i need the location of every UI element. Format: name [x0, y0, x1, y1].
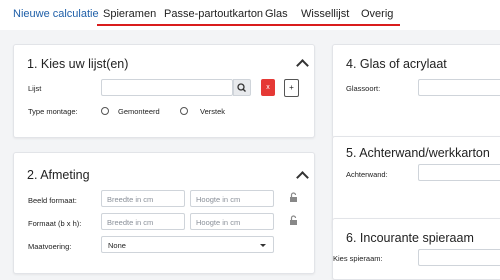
card-title: 4. Glas of acrylaat [346, 57, 447, 71]
unlock-icon[interactable] [289, 215, 299, 226]
achterwand-label: Achterwand: [346, 170, 388, 179]
chevron-up-icon[interactable] [296, 59, 309, 72]
tab-glas[interactable]: Glas [265, 8, 288, 20]
achterwand-select[interactable] [418, 164, 500, 181]
formaat-hoogte-input[interactable]: Hoogte in cm [190, 213, 274, 230]
maatvoering-label: Maatvoering: [28, 242, 72, 251]
verstek-label: Verstek [200, 107, 226, 116]
card-achterwand: 5. Achterwand/werkkarton Achterwand: [332, 136, 500, 230]
card-title: 6. Incourante spieraam [346, 231, 474, 245]
montage-label: Type montage: [28, 107, 78, 116]
tab-spieramen[interactable]: Spieramen [103, 8, 156, 20]
tab-nieuwe-calculatie[interactable]: Nieuwe calculatie [13, 8, 99, 20]
lijst-input[interactable] [101, 79, 233, 96]
chevron-up-icon[interactable] [296, 171, 309, 184]
maatvoering-value: None [108, 241, 126, 250]
search-button[interactable] [233, 79, 251, 96]
tabs-underline [97, 24, 400, 26]
top-nav: Nieuwe calculatie Spieramen Passe-partou… [0, 0, 500, 30]
search-icon [237, 83, 246, 92]
tab-passe-partoutkarton[interactable]: Passe-partoutkarton [164, 8, 263, 20]
card-title: 2. Afmeting [27, 168, 90, 182]
card-afmeting: 2. Afmeting Beeld formaat: Breedte in cm… [13, 152, 315, 274]
chevron-down-icon [260, 244, 266, 247]
beeld-breedte-input[interactable]: Breedte in cm [101, 190, 185, 207]
glassoort-label: Glassoort: [346, 84, 381, 93]
remove-button[interactable]: x [261, 79, 275, 96]
formaat-label: Formaat (b x h): [28, 219, 82, 228]
tab-overig[interactable]: Overig [361, 8, 393, 20]
card-glas: 4. Glas of acrylaat Glassoort: [332, 44, 500, 138]
beeld-formaat-label: Beeld formaat: [28, 196, 77, 205]
gemonteerd-label: Gemonteerd [118, 107, 160, 116]
card-kies-lijst: 1. Kies uw lijst(en) Lijst x + Type mont… [13, 44, 315, 138]
card-title: 1. Kies uw lijst(en) [27, 57, 129, 71]
glassoort-select[interactable] [418, 79, 500, 96]
radio-verstek[interactable] [180, 107, 188, 115]
card-title: 5. Achterwand/werkkarton [346, 146, 490, 160]
card-incourante-spieraam: 6. Incourante spieraam Kies spieraam: [332, 218, 500, 280]
unlock-icon[interactable] [289, 192, 299, 203]
add-button[interactable]: + [284, 79, 299, 97]
spieraam-select[interactable] [418, 249, 500, 266]
formaat-breedte-input[interactable]: Breedte in cm [101, 213, 185, 230]
tab-wissellijst[interactable]: Wissellijst [301, 8, 349, 20]
beeld-hoogte-input[interactable]: Hoogte in cm [190, 190, 274, 207]
radio-gemonteerd[interactable] [101, 107, 109, 115]
lijst-label: Lijst [28, 84, 42, 93]
main-content: 1. Kies uw lijst(en) Lijst x + Type mont… [0, 30, 500, 280]
maatvoering-select[interactable]: None [101, 236, 274, 253]
